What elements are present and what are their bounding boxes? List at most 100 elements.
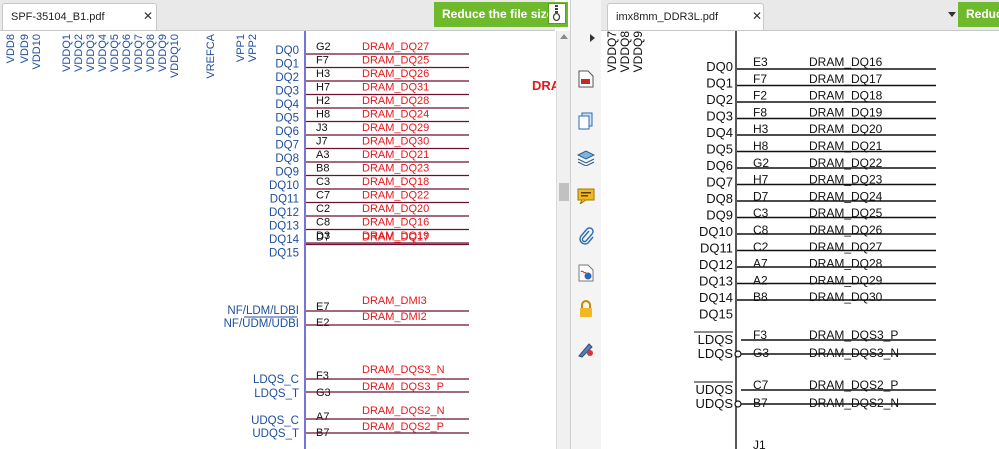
power-pin-label: VDDQ7 xyxy=(133,34,145,72)
dq-pin-label: DQ1 xyxy=(706,76,733,91)
dq-pin-label: DQ11 xyxy=(700,241,733,256)
attachment-icon[interactable] xyxy=(578,227,594,245)
right-document-tab[interactable]: imx8mm_DDR3L.pdf ✕ xyxy=(607,3,764,30)
reduce-file-size-label: Reduce the file xyxy=(966,7,999,21)
lock-icon[interactable] xyxy=(578,300,594,318)
dq-pin-label: DQ15 xyxy=(699,307,733,322)
dq-pin-label: DQ15 xyxy=(269,248,299,260)
right-document-canvas[interactable]: VDDQ7 VDDQ8 VDDQ9 DQ0 E3 DRAM_DQ16 DQ1 F7 DRAM_D… xyxy=(601,31,999,449)
net-label: DRAM_DQ25 xyxy=(362,55,429,67)
ball-number: A7 xyxy=(753,257,768,271)
dq-pin-label: DQ6 xyxy=(706,158,733,173)
tools-sidebar xyxy=(570,0,602,449)
power-pin-label: VREFCA xyxy=(205,33,217,78)
power-pin-label: VPP1 xyxy=(235,34,247,62)
dqs-pin-label: LDQS_C xyxy=(253,374,299,386)
power-pin-label: VDD10 xyxy=(31,34,43,69)
dq-pin-label: DQ13 xyxy=(699,274,733,289)
dq-pin-label: DQ8 xyxy=(275,153,299,165)
power-pin-label: VDDQ3 xyxy=(85,34,97,72)
ball-number: F7 xyxy=(316,55,329,67)
partial-net-label: DRA xyxy=(532,78,556,93)
dq-pin-label: DQ10 xyxy=(269,180,299,192)
ball-number: F2 xyxy=(753,89,767,103)
ball-number: C2 xyxy=(316,203,330,215)
dqs-pin-label: UDQS xyxy=(695,396,733,411)
right-tab-dropdown-icon[interactable] xyxy=(948,12,956,17)
inversion-bubble xyxy=(734,400,742,408)
dq-pin-label: DQ4 xyxy=(275,99,299,111)
expand-arrow-icon[interactable] xyxy=(590,34,595,42)
dq-pin-label: DQ0 xyxy=(706,59,733,74)
ball-number: A2 xyxy=(753,273,768,287)
net-label: DRAM_DQS2_N xyxy=(809,396,899,410)
net-label: DRAM_DQS3_N xyxy=(809,346,899,360)
ball-number: G2 xyxy=(316,41,331,53)
dq-pin-label: DQ0 xyxy=(275,45,299,57)
net-label: DRAM_DQ27 xyxy=(809,240,883,254)
right-tab-bar: imx8mm_DDR3L.pdf ✕ Reduce the file xyxy=(601,0,999,31)
ball-number: C3 xyxy=(316,176,330,188)
ball-number: F8 xyxy=(753,105,767,119)
comment-icon[interactable] xyxy=(577,188,595,204)
dq-pin-label: DQ12 xyxy=(699,257,733,272)
signature-icon[interactable] xyxy=(578,264,594,282)
right-tab-title: imx8mm_DDR3L.pdf xyxy=(616,11,719,23)
net-label: DRAM_DQ18 xyxy=(809,89,883,103)
fill-sign-icon[interactable] xyxy=(577,340,595,358)
power-pin-label: VDDQ9 xyxy=(631,31,645,72)
ball-number: F7 xyxy=(753,72,767,86)
ball-number: G3 xyxy=(316,387,331,399)
close-icon[interactable]: ✕ xyxy=(752,9,762,23)
left-tab-title: SPF-35104_B1.pdf xyxy=(11,11,105,23)
pages-icon[interactable] xyxy=(578,112,594,130)
net-label: DRAM_DQ26 xyxy=(809,223,883,237)
net-label: DRAM_DQ30 xyxy=(809,290,883,304)
ball-number: C8 xyxy=(316,217,330,229)
net-label: DRAM_DQ28 xyxy=(362,95,429,107)
left-schematic: VDD8 VDD9 VDD10 VDDQ1 VDDQ2 VDDQ3 VDDQ4 VDDQ5 VD… xyxy=(5,31,556,449)
create-pdf-icon[interactable] xyxy=(578,70,594,88)
power-pin-label: VDDQ8 xyxy=(618,31,632,72)
scrollbar-thumb[interactable] xyxy=(559,183,569,201)
net-label: DRAM_DQ17 xyxy=(362,232,429,244)
dqs-pin-label: UDQS xyxy=(695,382,733,397)
ball-number: E3 xyxy=(753,55,768,69)
net-label: DRAM_DQ30 xyxy=(362,136,429,148)
net-label: DRAM_DQ24 xyxy=(362,109,429,121)
dq-pin-label: DQ9 xyxy=(275,167,299,179)
dq-pin-label: DQ11 xyxy=(270,194,299,206)
power-pin-label: VDDQ1 xyxy=(61,34,73,72)
dq-pin-label: DQ5 xyxy=(706,142,733,157)
ball-number: B7 xyxy=(753,396,768,410)
dq-pin-label: DQ14 xyxy=(269,234,300,246)
net-label: DRAM_DMI2 xyxy=(362,311,427,323)
ball-number: C7 xyxy=(316,190,330,202)
dq-pin-label: DQ10 xyxy=(699,224,733,239)
layers-icon[interactable] xyxy=(577,150,595,166)
left-document-tab[interactable]: SPF-35104_B1.pdf ✕ xyxy=(2,3,157,30)
dq-pin-label: DQ8 xyxy=(706,191,733,206)
net-label: DRAM_DQ18 xyxy=(362,176,429,188)
dq-pin-label: DQ5 xyxy=(275,113,299,125)
dq-pin-label: DQ7 xyxy=(275,140,299,152)
ball-number: A3 xyxy=(316,149,329,161)
power-pin-label: VDDQ9 xyxy=(157,34,169,72)
inversion-bubble xyxy=(734,350,742,358)
zip-icon[interactable] xyxy=(548,3,566,24)
dq-pin-label: DQ13 xyxy=(269,221,299,233)
reduce-file-size-button[interactable]: Reduce the file xyxy=(958,2,999,27)
net-label: DRAM_DQ28 xyxy=(809,257,883,271)
net-label: DRAM_DQ23 xyxy=(362,163,429,175)
close-icon[interactable]: ✕ xyxy=(143,9,153,23)
left-scrollbar[interactable] xyxy=(556,31,571,449)
ball-number: B8 xyxy=(316,163,329,175)
dq-pin-label: DQ14 xyxy=(699,290,733,305)
power-pin-label: VPP2 xyxy=(247,34,259,62)
power-pin-label: VDDQ2 xyxy=(73,34,85,72)
scroll-up-arrow-icon[interactable] xyxy=(560,34,568,39)
left-document-canvas[interactable]: VDD8 VDD9 VDD10 VDDQ1 VDDQ2 VDDQ3 VDDQ4 VDDQ5 VD… xyxy=(0,31,556,449)
ball-number: E2 xyxy=(316,317,329,329)
right-schematic: VDDQ7 VDDQ8 VDDQ9 DQ0 E3 DRAM_DQ16 DQ1 F7 DRAM_D… xyxy=(605,31,936,449)
net-label: DRAM_DQ31 xyxy=(362,82,429,94)
